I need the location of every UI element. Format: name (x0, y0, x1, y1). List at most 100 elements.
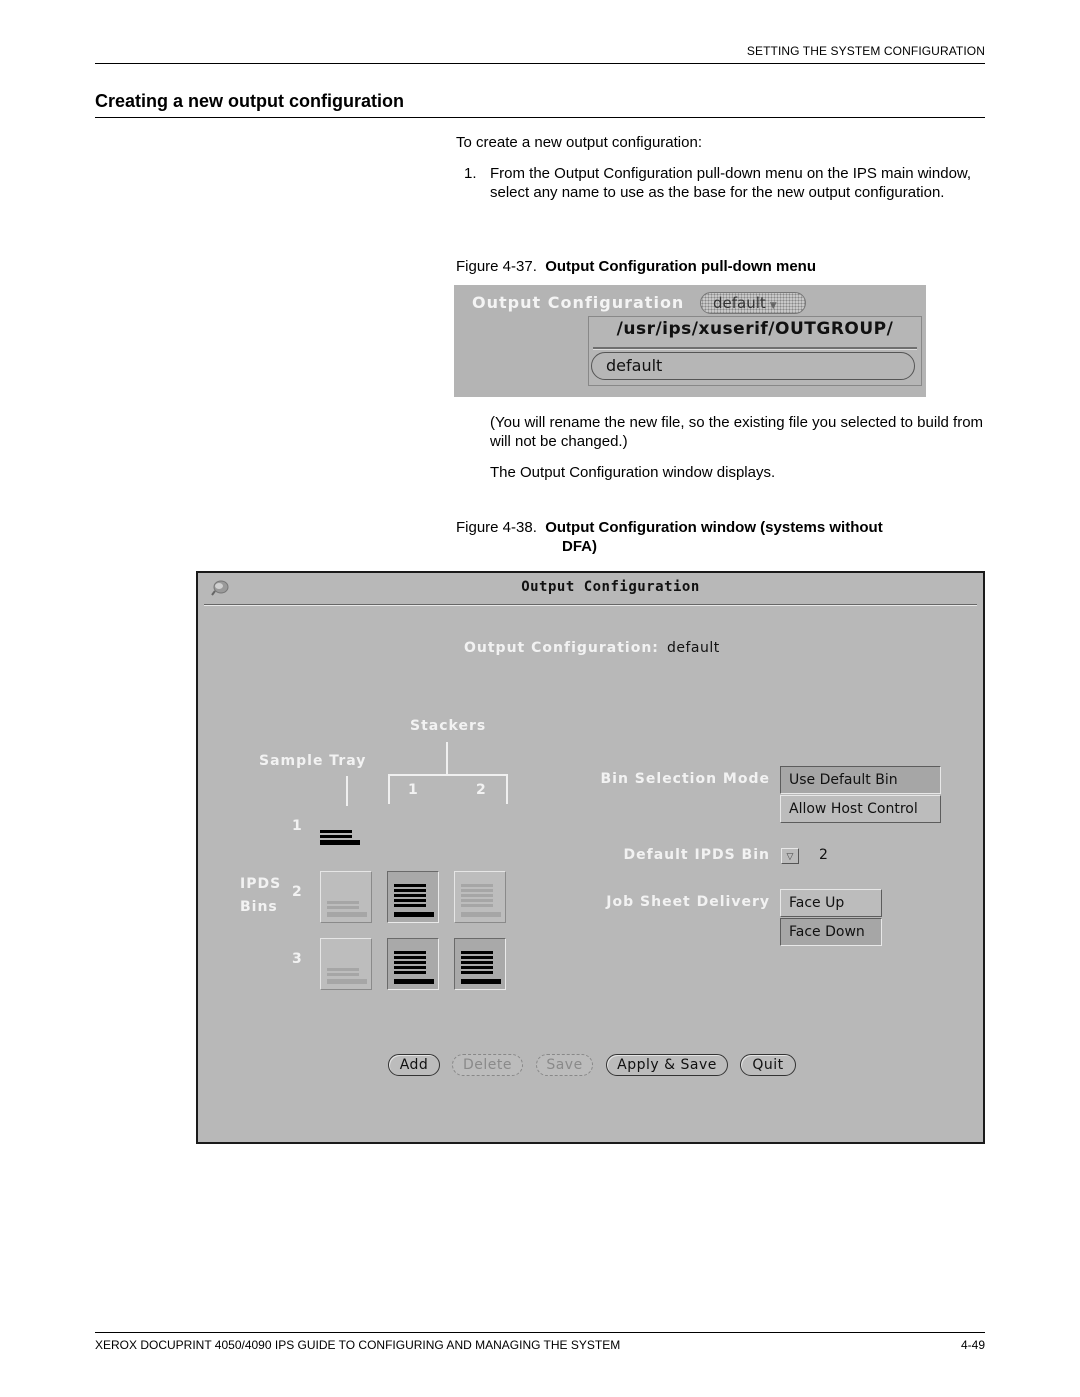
paper-line (394, 971, 426, 974)
paper-line (327, 901, 359, 904)
figure-38-caption: Figure 4-38. Output Configuration window… (456, 518, 986, 556)
use-default-bin-option[interactable]: Use Default Bin (780, 766, 941, 794)
row-number-1: 1 (292, 818, 302, 834)
paper-line (327, 906, 359, 909)
apply-and-save-button[interactable]: Apply & Save (606, 1054, 728, 1076)
paper-line (461, 894, 493, 897)
stacker-2-line (506, 774, 508, 804)
stackers-bracket-line (388, 774, 508, 776)
stacker-number-2: 2 (476, 782, 486, 798)
paper-line (461, 889, 493, 892)
pulldown-value: default (713, 294, 766, 312)
paper-line (461, 961, 493, 964)
row-number-3: 3 (292, 951, 302, 967)
paper-base-line (461, 979, 501, 984)
title-separator (204, 604, 977, 606)
save-button[interactable]: Save (536, 1054, 593, 1076)
default-ipds-bin-value: 2 (819, 847, 828, 863)
stacker-1-line (388, 774, 390, 804)
ipds-bin-row3-col1[interactable] (320, 938, 372, 990)
paper-line (394, 884, 426, 887)
quit-button[interactable]: Quit (740, 1054, 796, 1076)
paper-base-line (461, 912, 501, 917)
footer-title: XEROX DOCUPRINT 4050/4090 IPS GUIDE TO C… (95, 1338, 621, 1352)
paper-line (394, 966, 426, 969)
paper-line (394, 961, 426, 964)
paper-line (394, 894, 426, 897)
pulldown-menu: /usr/ips/xuserif/OUTGROUP/ default (588, 316, 922, 386)
ipds-bin-row2-col1[interactable] (320, 871, 372, 923)
figure-37-caption: Figure 4-37. Output Configuration pull-d… (456, 258, 816, 275)
ipds-bin-row3-col2[interactable] (387, 938, 439, 990)
figure-37-title: Output Configuration pull-down menu (545, 258, 816, 275)
delete-button[interactable]: Delete (452, 1054, 523, 1076)
window-displays-note: The Output Configuration window displays… (490, 464, 776, 481)
config-value: default (667, 640, 720, 656)
menu-item-default[interactable]: default (591, 352, 915, 380)
paper-line (394, 889, 426, 892)
step-number: 1. (464, 165, 477, 182)
output-configuration-pulldown[interactable]: default ▼ (700, 292, 806, 314)
step-text: From the Output Configuration pull-down … (490, 165, 972, 201)
paper-base-line (327, 912, 367, 917)
stacker-number-1: 1 (408, 782, 418, 798)
paper-line (461, 971, 493, 974)
window-title: Output Configuration (521, 579, 700, 595)
paper-line (461, 956, 493, 959)
sample-tray-label: Sample Tray (259, 753, 367, 769)
paper-base-line (394, 912, 434, 917)
section-title: Creating a new output configuration (95, 91, 404, 111)
face-up-option[interactable]: Face Up (780, 889, 882, 917)
bin-selection-mode-label: Bin Selection Mode (600, 771, 770, 787)
face-down-option[interactable]: Face Down (780, 918, 882, 946)
paper-line (461, 966, 493, 969)
paper-line (394, 899, 426, 902)
paper-base-line (394, 979, 434, 984)
figure-38-title-line1: Output Configuration window (systems wit… (545, 519, 883, 536)
title-rule (95, 117, 985, 118)
job-sheet-delivery-label: Job Sheet Delivery (606, 894, 770, 910)
ipds-bins-label: IPDS Bins (240, 873, 281, 919)
output-configuration-pulldown-figure: Output Configuration default ▼ /usr/ips/x… (454, 285, 926, 397)
add-button[interactable]: Add (388, 1054, 440, 1076)
paper-line (461, 951, 493, 954)
paper-line (461, 884, 493, 887)
rename-note: (You will rename the new file, so the ex… (490, 414, 984, 450)
sample-tray-line (346, 776, 348, 806)
intro-text: To create a new output configuration: (456, 134, 702, 151)
page-number: 4-49 (960, 1338, 985, 1352)
figure-38-title-line2: DFA) (562, 538, 597, 555)
output-configuration-label: Output Configuration (472, 293, 685, 312)
paper-line (461, 899, 493, 902)
stackers-label: Stackers (410, 718, 487, 734)
sample-tray-paper-icon (320, 830, 360, 846)
default-ipds-bin-dropdown[interactable]: ▽ (781, 848, 799, 864)
ipds-bin-row3-col3[interactable] (454, 938, 506, 990)
row-number-2: 2 (292, 884, 302, 900)
paper-line (394, 951, 426, 954)
triangle-down-icon: ▼ (769, 301, 777, 311)
ipds-label: IPDS (240, 876, 282, 892)
paper-line (394, 904, 426, 907)
output-configuration-window: Output Configuration Output Configuratio… (196, 571, 985, 1144)
paper-base-line (327, 979, 367, 984)
bins-label: Bins (240, 899, 278, 915)
figure-38-number: Figure 4-38. (456, 519, 537, 536)
paper-line (327, 968, 359, 971)
header-rule (95, 63, 985, 64)
menu-separator (593, 347, 917, 350)
ipds-bin-row2-col3[interactable] (454, 871, 506, 923)
default-ipds-bin-label: Default IPDS Bin (623, 847, 770, 863)
menu-title: /usr/ips/xuserif/OUTGROUP/ (616, 319, 894, 339)
paper-line (327, 973, 359, 976)
allow-host-control-option[interactable]: Allow Host Control (780, 795, 941, 823)
stackers-stem-line (446, 742, 448, 775)
paper-line (394, 956, 426, 959)
ipds-bin-row2-col2[interactable] (387, 871, 439, 923)
footer-rule (95, 1332, 985, 1333)
figure-37-number: Figure 4-37. (456, 258, 537, 275)
running-head: SETTING THE SYSTEM CONFIGURATION (746, 44, 985, 58)
paper-line (461, 904, 493, 907)
config-label: Output Configuration: (464, 640, 659, 656)
triangle-down-icon: ▽ (786, 851, 794, 861)
